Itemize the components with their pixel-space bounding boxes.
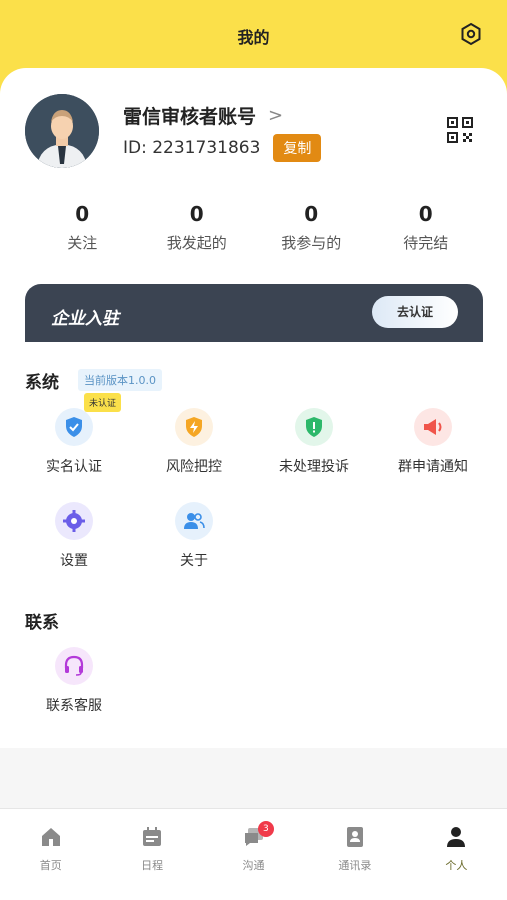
tab-label: 沟通 (242, 859, 265, 872)
menu-label: 设置 (60, 553, 88, 569)
menu-label: 关于 (180, 553, 208, 569)
tab-chat[interactable]: 3 沟通 (203, 809, 304, 900)
stat-label: 待完结 (403, 234, 449, 252)
tab-home[interactable]: 首页 (0, 809, 101, 900)
tab-contacts[interactable]: 通讯录 (304, 809, 405, 900)
qr-code-icon[interactable] (447, 117, 473, 143)
chevron-right-icon: > (268, 105, 284, 126)
menu-label: 群申请通知 (398, 459, 468, 475)
tab-profile[interactable]: 个人 (406, 809, 507, 900)
menu-complaints[interactable]: 未处理投诉 (264, 408, 364, 476)
tab-label: 通讯录 (338, 859, 372, 872)
tab-schedule[interactable]: 日程 (101, 809, 202, 900)
profile-name-row[interactable]: 雷信审核者账号 > (123, 102, 283, 129)
users-icon (175, 502, 213, 540)
tab-label: 个人 (445, 859, 468, 872)
home-icon (41, 828, 60, 846)
stats-row: 0 关注 0 我发起的 0 我参与的 0 待完结 (25, 202, 483, 253)
contacts-icon (346, 827, 363, 847)
profile-card: 雷信审核者账号 > ID: 2231731863 复制 0 关注 0 我发起的 … (0, 68, 507, 344)
section-title-system: 系统 (25, 373, 59, 393)
menu-group-notify[interactable]: 群申请通知 (383, 408, 483, 476)
stat-label: 我发起的 (166, 234, 227, 252)
unverified-badge: 未认证 (84, 393, 122, 412)
copy-button[interactable]: 复制 (273, 134, 322, 162)
stat-label: 我参与的 (281, 234, 342, 252)
menu-label: 联系客服 (46, 698, 102, 714)
menu-label: 实名认证 (46, 459, 102, 475)
enterprise-banner[interactable]: 企业入驻 去认证 (25, 284, 483, 344)
stat-value: 0 (418, 202, 433, 226)
section-title-contact: 联系 (25, 613, 59, 633)
menu-real-name-verify[interactable]: 实名认证 (24, 408, 124, 476)
shield-check-icon (55, 408, 93, 446)
menu-settings[interactable]: 设置 (24, 502, 124, 570)
stat-value: 0 (304, 202, 319, 226)
profile-id-row: ID: 2231731863 复制 (123, 134, 322, 162)
settings-icon[interactable] (459, 22, 483, 46)
verify-button[interactable]: 去认证 (372, 296, 458, 328)
megaphone-icon (414, 408, 452, 446)
stat-pending[interactable]: 0 待完结 (369, 202, 484, 253)
person-icon (447, 827, 466, 847)
menu-panel: 系统 当前版本1.0.0 实名认证 未认证 风险把控 未处理投诉 群申请通知 设… (0, 342, 507, 748)
stat-value: 0 (75, 202, 90, 226)
tab-label: 日程 (141, 859, 164, 872)
stat-label: 关注 (67, 234, 98, 252)
stat-participated[interactable]: 0 我参与的 (254, 202, 369, 253)
profile-id: ID: 2231731863 (123, 138, 261, 158)
shield-bolt-icon (175, 408, 213, 446)
shield-alert-icon (295, 408, 333, 446)
stat-initiated[interactable]: 0 我发起的 (140, 202, 255, 253)
stat-following[interactable]: 0 关注 (25, 202, 140, 253)
unread-badge: 3 (257, 821, 274, 837)
stat-value: 0 (189, 202, 204, 226)
profile-name: 雷信审核者账号 (123, 106, 257, 128)
page-title: 我的 (237, 28, 270, 47)
tab-label: 首页 (39, 859, 62, 872)
menu-about[interactable]: 关于 (144, 502, 244, 570)
menu-risk-control[interactable]: 风险把控 (144, 408, 244, 476)
headset-icon (55, 647, 93, 685)
bottom-tab-bar: 首页 日程 3 沟通 通讯录 个人 (0, 808, 507, 900)
menu-customer-service[interactable]: 联系客服 (24, 647, 124, 715)
banner-title: 企业入驻 (51, 309, 119, 329)
gear-icon (55, 502, 93, 540)
version-badge: 当前版本1.0.0 (78, 369, 162, 391)
menu-label: 风险把控 (166, 459, 222, 475)
calendar-icon (143, 827, 162, 846)
avatar[interactable] (25, 94, 99, 168)
menu-label: 未处理投诉 (279, 459, 349, 475)
